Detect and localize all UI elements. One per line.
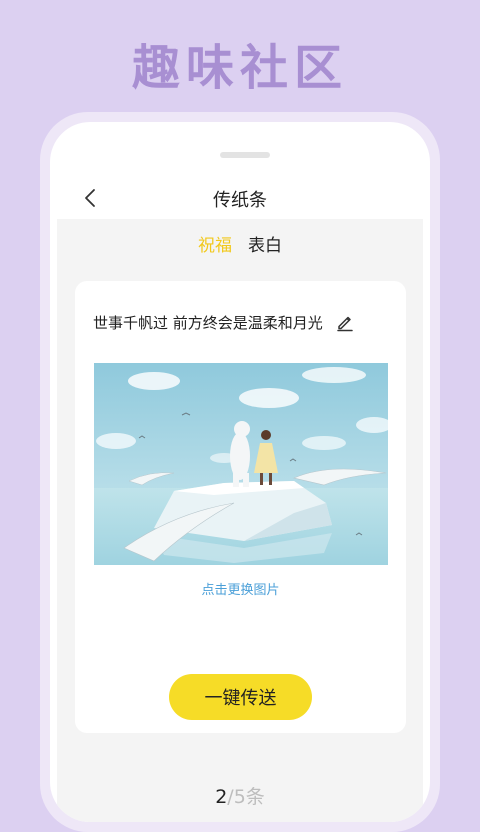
tab-confession[interactable]: 表白 (248, 231, 282, 256)
promo-title: 趣味社区 (131, 40, 348, 96)
tab-blessing[interactable]: 祝福 (198, 231, 232, 256)
note-card: 世事千帆过 前方终会是温柔和月光 点击更换图片 一键传送 (75, 281, 406, 733)
pager: 2/5条 (57, 782, 423, 809)
phone-screen: 传纸条 祝福 表白 世事千帆过 前方终会是温柔和月光 点击更换图片 一键传送 2… (50, 122, 430, 822)
pager-total: 5条 (233, 786, 265, 808)
nav-bar: 传纸条 (50, 177, 430, 219)
change-image-link[interactable]: 点击更换图片 (75, 579, 406, 598)
pencil-icon[interactable] (335, 312, 355, 332)
note-image[interactable] (94, 363, 388, 565)
page-title: 传纸条 (213, 190, 267, 211)
content-area: 祝福 表白 世事千帆过 前方终会是温柔和月光 点击更换图片 一键传送 2/5条 (57, 219, 423, 822)
phone-speaker (220, 152, 270, 158)
tab-bar: 祝福 表白 (57, 231, 423, 256)
send-button[interactable]: 一键传送 (169, 674, 312, 720)
note-message: 世事千帆过 前方终会是温柔和月光 (93, 313, 323, 332)
pager-current: 2 (215, 786, 228, 808)
note-header: 世事千帆过 前方终会是温柔和月光 (93, 311, 393, 333)
